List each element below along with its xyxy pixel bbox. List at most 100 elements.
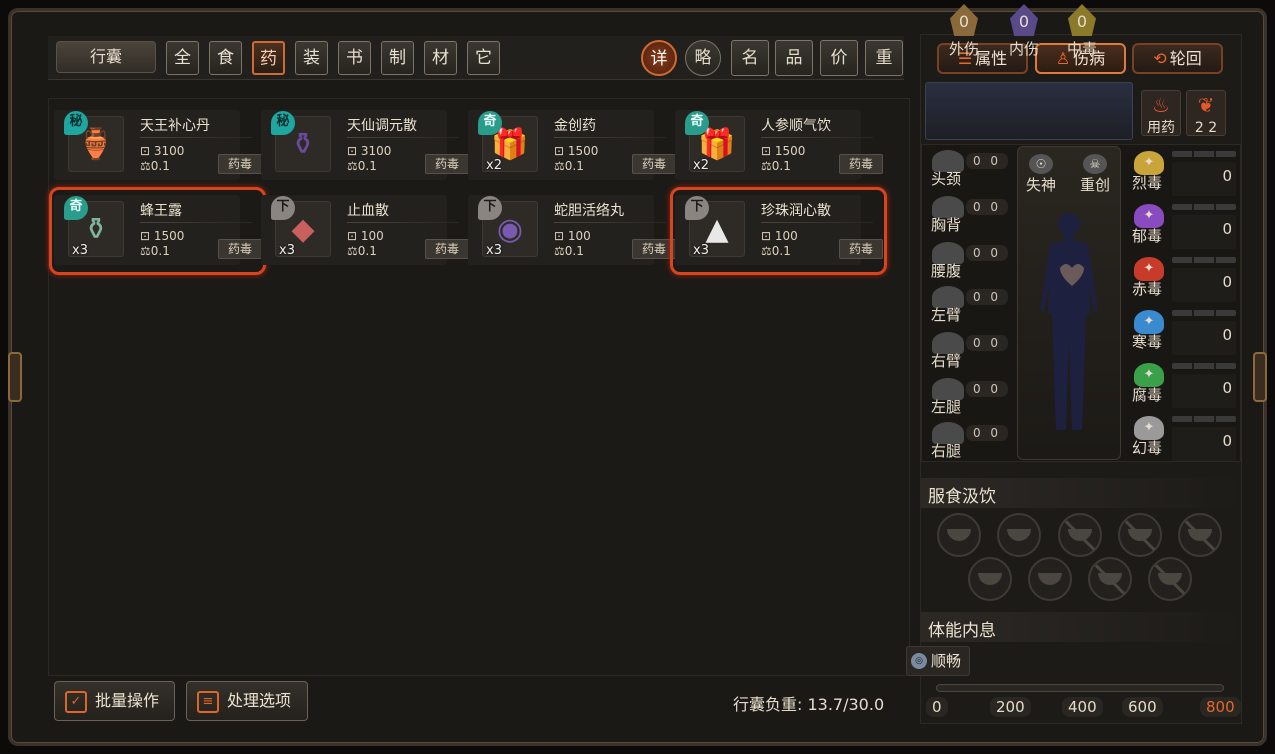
eat-slot[interactable] bbox=[968, 557, 1012, 601]
grade-badge: 下 bbox=[478, 196, 502, 220]
inventory-grid bbox=[48, 98, 910, 676]
name-divider bbox=[761, 137, 873, 138]
poison-value: 0 bbox=[1172, 215, 1236, 249]
injury-label: 外伤 bbox=[948, 40, 979, 58]
body-part-4[interactable]: 0 0 右臂 bbox=[928, 330, 1012, 372]
item-weight-value: 0.1 bbox=[150, 244, 170, 258]
eat-slot[interactable] bbox=[1178, 513, 1222, 557]
item-name: 止血散 bbox=[347, 203, 389, 219]
medicine-count-button[interactable]: ❦ 2 2 bbox=[1186, 90, 1226, 136]
coin-icon: ⊡ bbox=[761, 229, 775, 243]
item-card[interactable]: ◉ 下蛇胆活络丸 ⊡ 100 ⚖0.1 药毒 x3 bbox=[468, 195, 676, 265]
view-button-4[interactable]: 价 bbox=[820, 40, 858, 76]
item-price-value: 1500 bbox=[774, 144, 806, 158]
eat-slot[interactable] bbox=[1028, 557, 1072, 601]
grade-badge: 奇 bbox=[478, 111, 502, 135]
item-tag: 药毒 bbox=[425, 239, 469, 259]
injury-0: 0 外伤 bbox=[934, 4, 994, 59]
eat-slot[interactable] bbox=[1088, 557, 1132, 601]
injury-value: 0 bbox=[1010, 4, 1038, 36]
batch-operation-button[interactable]: ✓ 批量操作 bbox=[54, 681, 175, 721]
stamina-tick: 800 bbox=[1200, 697, 1241, 717]
grade-badge: 奇 bbox=[685, 111, 709, 135]
brain-icon: ☉ bbox=[1029, 154, 1053, 174]
heavy-wound-label: 重创 bbox=[1079, 176, 1110, 194]
poison-value: 0 bbox=[1172, 427, 1236, 461]
poison-label: 腐毒 bbox=[1132, 386, 1163, 404]
poison-bar bbox=[1172, 257, 1236, 263]
eat-slot[interactable] bbox=[997, 513, 1041, 557]
tab-1[interactable]: 食 bbox=[209, 41, 242, 75]
body-part-label: 左臂 bbox=[931, 306, 962, 324]
eat-slot[interactable] bbox=[937, 513, 981, 557]
bowl-icon bbox=[1068, 529, 1092, 541]
eat-slot[interactable] bbox=[1118, 513, 1162, 557]
item-card[interactable]: ◆ 下止血散 ⊡ 100 ⚖0.1 药毒 x3 bbox=[261, 195, 469, 265]
item-tag: 药毒 bbox=[218, 154, 262, 174]
bowl-icon bbox=[1038, 573, 1062, 585]
body-part-values: 0 0 bbox=[966, 335, 1008, 351]
tab-4[interactable]: 书 bbox=[338, 41, 371, 75]
body-part-0[interactable]: 0 0 头颈 bbox=[928, 148, 1012, 190]
weight-icon: ⚖ bbox=[347, 159, 358, 173]
poison-5: ✦ 幻毒 0 bbox=[1130, 413, 1238, 463]
name-divider bbox=[347, 137, 459, 138]
eat-slot[interactable] bbox=[1058, 513, 1102, 557]
view-button-3[interactable]: 品 bbox=[775, 40, 813, 76]
use-medicine-button[interactable]: ♨ 用药 bbox=[1141, 90, 1181, 136]
weight-icon: ⚖ bbox=[761, 244, 772, 258]
view-button-1[interactable]: 略 bbox=[685, 40, 721, 76]
tab-2[interactable]: 药 bbox=[252, 41, 285, 75]
view-button-2[interactable]: 名 bbox=[731, 40, 769, 76]
poison-bar bbox=[1172, 204, 1236, 210]
body-part-values: 0 0 bbox=[966, 245, 1008, 261]
poison-2: ✦ 赤毒 0 bbox=[1130, 254, 1238, 304]
stamina-section-title: 体能内息 bbox=[928, 621, 996, 641]
item-weight: ⚖0.1 bbox=[761, 159, 791, 173]
tab-5[interactable]: 制 bbox=[381, 41, 414, 75]
tab-7[interactable]: 它 bbox=[467, 41, 500, 75]
body-part-values: 0 0 bbox=[966, 425, 1008, 441]
item-card[interactable]: ▲ 下珍珠润心散 ⊡ 100 ⚖0.1 药毒 x3 bbox=[675, 195, 883, 265]
item-name: 天王补心丹 bbox=[140, 118, 210, 134]
view-button-5[interactable]: 重 bbox=[865, 40, 903, 76]
item-name: 天仙调元散 bbox=[347, 118, 417, 134]
bowl-icon bbox=[1007, 529, 1031, 541]
body-part-3[interactable]: 0 0 左臂 bbox=[928, 284, 1012, 326]
item-weight: ⚖0.1 bbox=[140, 244, 170, 258]
tab-6[interactable]: 材 bbox=[424, 41, 457, 75]
stamina-tick: 0 bbox=[926, 697, 948, 717]
coin-icon: ⊡ bbox=[554, 229, 568, 243]
eat-slot[interactable] bbox=[1148, 557, 1192, 601]
item-card[interactable]: ⚱ 奇蜂王露 ⊡ 1500 ⚖0.1 药毒 x3 bbox=[54, 195, 262, 265]
herb-bowl-icon: ♨ bbox=[1152, 93, 1170, 117]
stamina-tick: 400 bbox=[1062, 697, 1103, 717]
item-card[interactable]: 🎁 奇人参顺气饮 ⊡ 1500 ⚖0.1 药毒 x2 bbox=[675, 110, 883, 180]
poison-1: ✦ 郁毒 0 bbox=[1130, 201, 1238, 251]
item-name: 蛇胆活络丸 bbox=[554, 203, 624, 219]
tab-3[interactable]: 装 bbox=[295, 41, 328, 75]
injury-value: 0 bbox=[1068, 4, 1096, 36]
body-part-2[interactable]: 0 0 腰腹 bbox=[928, 240, 1012, 282]
eat-section-title: 服食汲饮 bbox=[928, 487, 996, 507]
right-tab-2[interactable]: ⟲ 轮回 bbox=[1132, 43, 1223, 74]
item-weight-value: 0.1 bbox=[564, 244, 584, 258]
item-price: ⊡ 1500 bbox=[140, 229, 184, 243]
coin-icon: ⊡ bbox=[761, 144, 775, 158]
item-quantity: x2 bbox=[693, 158, 709, 173]
herbs-icon: ❦ bbox=[1197, 93, 1215, 117]
item-card[interactable]: ⚱ 秘天仙调元散 ⊡ 3100 ⚖0.1 药毒 bbox=[261, 110, 469, 180]
body-part-6[interactable]: 0 0 右腿 bbox=[928, 420, 1012, 462]
tab-0[interactable]: 全 bbox=[166, 41, 199, 75]
view-button-0[interactable]: 详 bbox=[641, 40, 677, 76]
item-weight: ⚖0.1 bbox=[347, 159, 377, 173]
item-weight-value: 0.1 bbox=[357, 159, 377, 173]
item-card[interactable]: 🎁 奇金创药 ⊡ 1500 ⚖0.1 药毒 x2 bbox=[468, 110, 676, 180]
bowl-icon bbox=[1188, 529, 1212, 541]
body-part-1[interactable]: 0 0 胸背 bbox=[928, 194, 1012, 236]
item-card[interactable]: 🏺 秘天王补心丹 ⊡ 3100 ⚖0.1 药毒 bbox=[54, 110, 262, 180]
poison-label: 烈毒 bbox=[1132, 174, 1163, 192]
body-part-5[interactable]: 0 0 左腿 bbox=[928, 376, 1012, 418]
poison-label: 寒毒 bbox=[1132, 333, 1163, 351]
process-options-button[interactable]: ≡ 处理选项 bbox=[186, 681, 308, 721]
